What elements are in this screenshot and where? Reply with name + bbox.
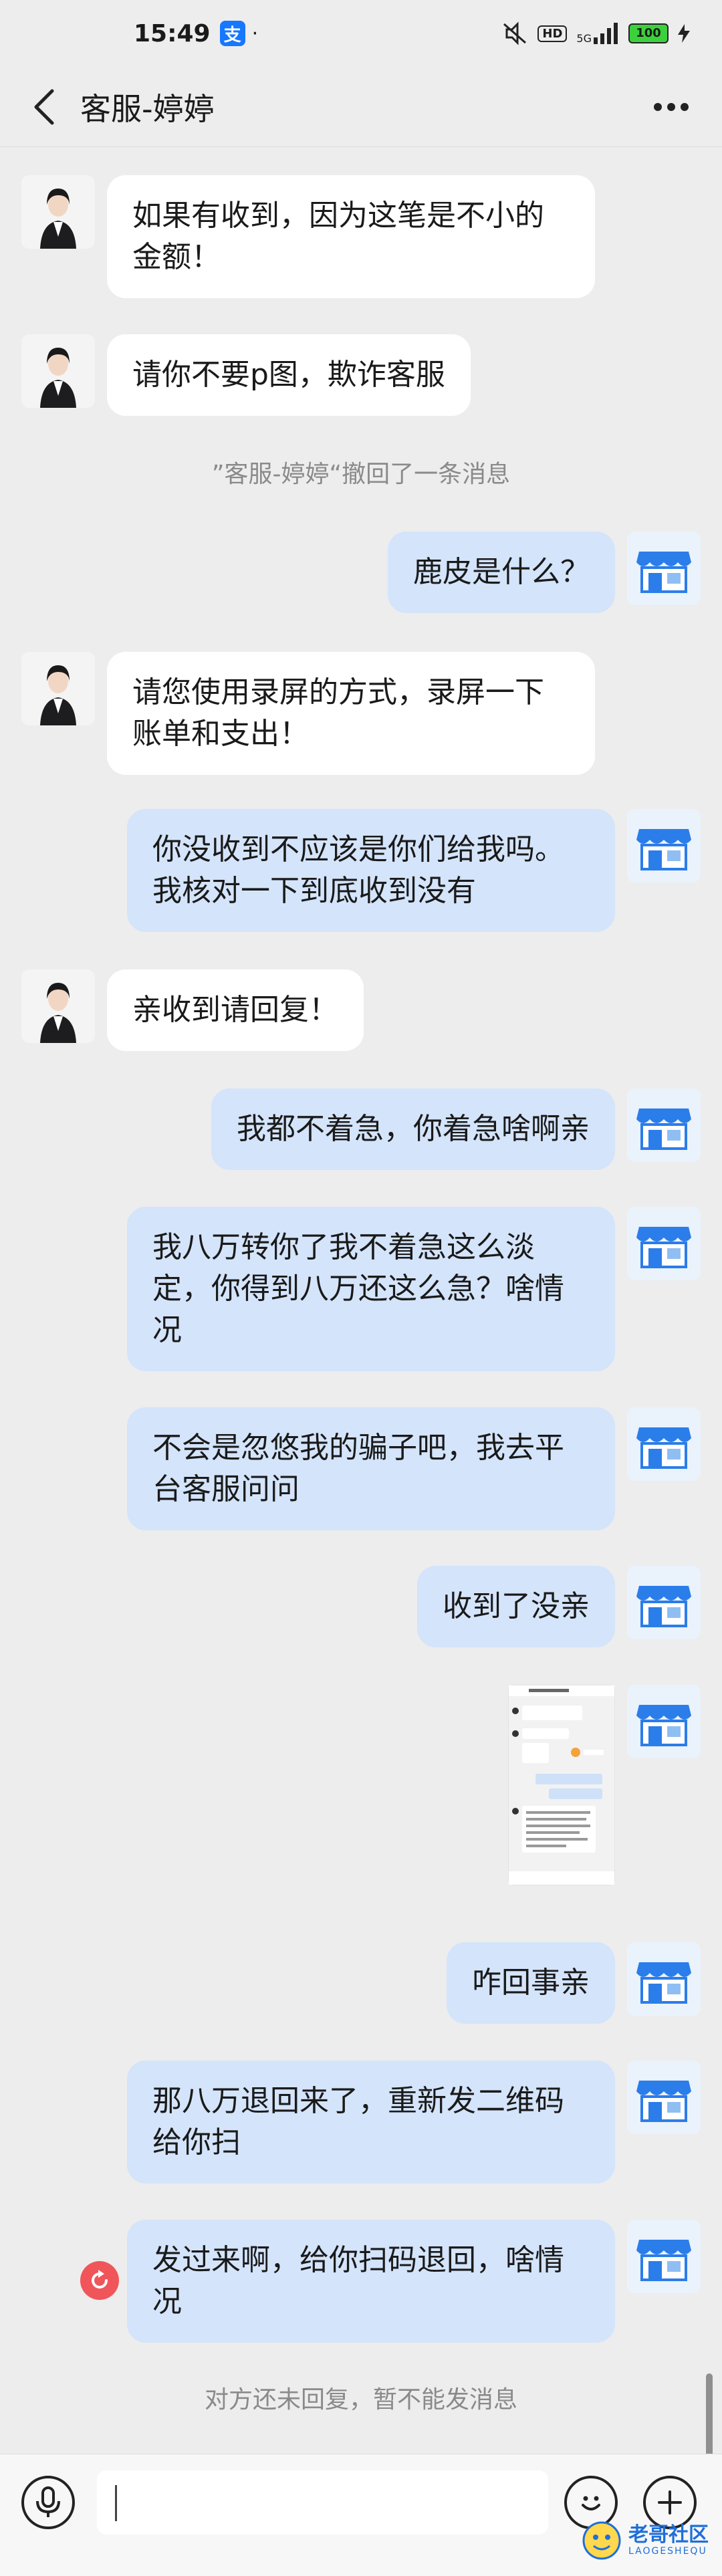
- message-bubble[interactable]: 如果有收到，因为这笔是不小的金额！: [107, 175, 595, 298]
- message-bubble[interactable]: 我八万转你了我不着急这么淡定，你得到八万还这么急？啥情况: [127, 1207, 615, 1371]
- alipay-icon: 支: [219, 21, 245, 46]
- dot-icon: [654, 102, 662, 111]
- agent-avatar[interactable]: [21, 334, 95, 408]
- microphone-icon: [36, 2486, 60, 2517]
- battery-indicator: 100: [628, 23, 669, 43]
- voice-button[interactable]: [21, 2476, 75, 2529]
- mute-icon: [503, 21, 527, 45]
- message-bubble[interactable]: 请你不要p图，欺诈客服: [107, 334, 471, 416]
- message-row: 收到了没亲: [0, 1566, 722, 1647]
- message-bubble[interactable]: 我都不着急，你着急啥啊亲: [211, 1088, 615, 1170]
- store-avatar-icon: [627, 1942, 701, 2016]
- dot-icon: [667, 102, 675, 111]
- reply-limit-notice: 对方还未回复，暂不能发消息: [204, 2386, 517, 2414]
- message-row: [0, 1685, 722, 1899]
- message-bubble[interactable]: 收到了没亲: [417, 1566, 615, 1647]
- status-bar: 15:49 支 · HD 5G 100: [0, 0, 722, 67]
- message-row: 那八万退回来了，重新发二维码给你扫: [0, 2061, 722, 2184]
- resend-button[interactable]: [80, 2261, 119, 2300]
- person-avatar-icon: [21, 175, 95, 249]
- store-avatar-icon: [627, 1685, 701, 1758]
- watermark-logo: 老哥社区 LAOGESHEQU: [582, 2521, 709, 2561]
- chat-screenshot-thumbnail: [509, 1685, 614, 1885]
- message-row: 鹿皮是什么？: [0, 532, 722, 613]
- person-avatar-icon: [21, 969, 95, 1043]
- self-avatar[interactable]: [627, 1942, 701, 2016]
- message-bubble[interactable]: 请您使用录屏的方式，录屏一下账单和支出！: [107, 652, 595, 775]
- message-row: 不会是忽悠我的骗子吧，我去平台客服问问: [0, 1407, 722, 1530]
- signal-indicator: 5G: [576, 23, 619, 44]
- back-button[interactable]: [20, 84, 67, 130]
- chat-header: 客服-婷婷: [0, 67, 722, 147]
- refresh-icon: [92, 2270, 108, 2289]
- message-bubble[interactable]: 你没收到不应该是你们给我吗。我核对一下到底收到没有: [127, 809, 615, 932]
- store-avatar-icon: [627, 809, 701, 883]
- message-bubble[interactable]: 那八万退回来了，重新发二维码给你扫: [127, 2061, 615, 2184]
- logo-face-icon: [582, 2521, 621, 2560]
- message-bubble[interactable]: 不会是忽悠我的骗子吧，我去平台客服问问: [127, 1407, 615, 1530]
- hd-badge: HD: [537, 25, 568, 42]
- watermark-text-block: 老哥社区 LAOGESHEQU: [628, 2525, 709, 2557]
- message-row: 我八万转你了我不着急这么淡定，你得到八万还这么急？啥情况: [0, 1207, 722, 1371]
- self-avatar[interactable]: [627, 2061, 701, 2134]
- message-row: 如果有收到，因为这笔是不小的金额！: [0, 175, 722, 298]
- store-avatar-icon: [627, 1088, 701, 1162]
- recall-notice: ”客服-婷婷“撤回了一条消息: [211, 461, 511, 488]
- watermark-subtitle: LAOGESHEQU: [628, 2546, 707, 2557]
- charging-icon: [678, 24, 690, 43]
- message-row: 请您使用录屏的方式，录屏一下账单和支出！: [0, 652, 722, 775]
- person-avatar-icon: [21, 652, 95, 725]
- store-avatar-icon: [627, 2061, 701, 2134]
- signal-icon: [594, 23, 618, 44]
- store-avatar-icon: [627, 1566, 701, 1639]
- person-avatar-icon: [21, 334, 95, 408]
- message-row: 亲收到请回复！: [0, 969, 722, 1051]
- dot-icon: [681, 102, 689, 111]
- agent-avatar[interactable]: [21, 652, 95, 725]
- self-avatar[interactable]: [627, 1207, 701, 1280]
- status-time: 15:49: [134, 19, 211, 47]
- store-avatar-icon: [627, 1407, 701, 1481]
- network-label: 5G: [576, 32, 592, 45]
- message-bubble[interactable]: 咋回事亲: [447, 1942, 615, 2024]
- self-avatar[interactable]: [627, 1088, 701, 1162]
- message-row: 你没收到不应该是你们给我吗。我核对一下到底收到没有: [0, 809, 722, 932]
- screenshot-image[interactable]: [508, 1685, 615, 1885]
- store-avatar-icon: [627, 2220, 701, 2293]
- message-row: 咋回事亲: [0, 1942, 722, 2024]
- agent-avatar[interactable]: [21, 175, 95, 249]
- message-bubble[interactable]: 发过来啊，给你扫码退回，啥情况: [127, 2220, 615, 2343]
- store-avatar-icon: [627, 532, 701, 605]
- message-bubble[interactable]: 亲收到请回复！: [107, 969, 364, 1051]
- plus-icon: [658, 2490, 682, 2514]
- message-row: 请你不要p图，欺诈客服: [0, 334, 722, 416]
- more-options-button[interactable]: [640, 90, 702, 124]
- text-caret: [115, 2485, 117, 2521]
- chat-title: 客服-婷婷: [80, 90, 215, 127]
- message-row: 发过来啊，给你扫码退回，啥情况: [0, 2220, 722, 2343]
- self-avatar[interactable]: [627, 809, 701, 883]
- message-bubble[interactable]: 鹿皮是什么？: [388, 532, 615, 613]
- chevron-left-icon: [34, 89, 54, 124]
- smiley-icon: [582, 2496, 600, 2510]
- self-avatar[interactable]: [627, 1407, 701, 1481]
- store-avatar-icon: [627, 1207, 701, 1280]
- self-avatar[interactable]: [627, 532, 701, 605]
- self-avatar[interactable]: [627, 1685, 701, 1758]
- message-input[interactable]: [97, 2470, 548, 2535]
- agent-avatar[interactable]: [21, 969, 95, 1043]
- message-row: 我都不着急，你着急啥啊亲: [0, 1088, 722, 1170]
- scrollbar[interactable]: [706, 2373, 713, 2460]
- watermark-title: 老哥社区: [628, 2523, 709, 2547]
- notification-dot-icon: ·: [251, 21, 259, 45]
- self-avatar[interactable]: [627, 2220, 701, 2293]
- self-avatar[interactable]: [627, 1566, 701, 1639]
- status-indicators: HD 5G 100: [501, 21, 690, 45]
